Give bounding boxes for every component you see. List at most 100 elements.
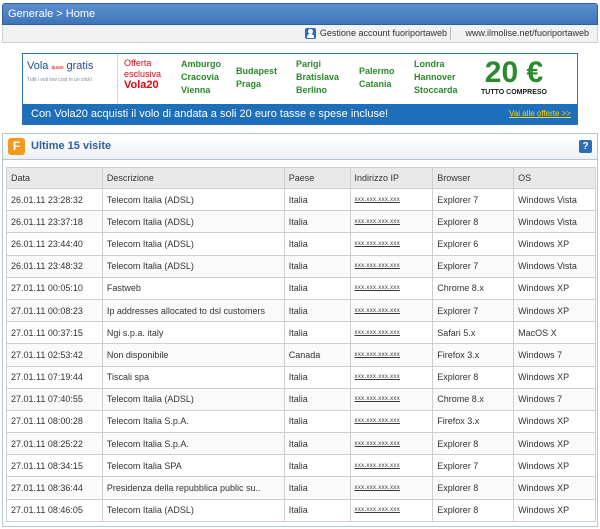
table-cell: Telecom Italia (ADSL): [101, 232, 285, 256]
table-cell: Chrome 8.x: [432, 276, 515, 300]
table-cell: Windows Vista: [513, 254, 596, 278]
table-cell: Chrome 8.x: [432, 387, 515, 411]
column-header: Data: [6, 167, 103, 189]
table-cell: Windows XP: [513, 476, 596, 500]
table-row: 27.01.11 00:05:10 Fastweb Italia xxx.xxx.xx…: [6, 276, 596, 300]
table-cell: Windows XP: [513, 498, 596, 522]
panel-header: F Ultime 15 visite ?: [3, 134, 597, 160]
table-cell: 27.01.11 00:37:15: [6, 321, 103, 345]
table-row: 26.01.11 23:37:18 Telecom Italia (ADSL) It…: [6, 210, 596, 234]
table-cell: Non disponibile: [101, 343, 285, 367]
volagratis-logo: Vola quasi gratis Tutti i voli low cost …: [23, 54, 118, 104]
table-cell: MacOS X: [513, 321, 596, 345]
ip-link[interactable]: xxx.xxx.xxx.xxx: [349, 187, 434, 212]
price-badge: 20 € TUTTO COMPRESO: [481, 56, 547, 97]
table-row: 27.01.11 08:36:44 Presidenza della repubb…: [6, 476, 596, 500]
ip-link[interactable]: xxx.xxx.xxx.xxx: [349, 343, 434, 367]
table-cell: 27.01.11 00:08:23: [6, 298, 103, 323]
table-cell: 27.01.11 07:19:44: [6, 365, 103, 389]
table-cell: Telecom Italia S.p.A.: [101, 409, 285, 434]
table-cell: Firefox 3.x: [432, 409, 515, 434]
table-cell: Italia: [283, 232, 351, 256]
logo-tagline: Tutti i voli low cost in un click!: [27, 77, 93, 83]
ip-link[interactable]: xxx.xxx.xxx.xxx: [349, 298, 434, 323]
table-cell: Explorer 8: [432, 498, 515, 522]
table-cell: Italia: [283, 498, 351, 522]
table-cell: 26.01.11 23:37:18: [6, 210, 103, 234]
table-cell: Windows XP: [513, 454, 596, 478]
table-cell: Windows 7: [513, 387, 596, 411]
table-cell: Canada: [283, 343, 351, 367]
ip-link[interactable]: xxx.xxx.xxx.xxx: [349, 276, 434, 300]
table-row: 27.01.11 08:00:28 Telecom Italia S.p.A. It…: [6, 409, 596, 434]
ip-link[interactable]: xxx.xxx.xxx.xxx: [349, 321, 434, 345]
ip-link[interactable]: xxx.xxx.xxx.xxx: [349, 387, 434, 411]
table-header-row: Data Descrizione Paese Indirizzo IP Browser O…: [6, 167, 596, 189]
table-row: 27.01.11 00:37:15 Ngi s.p.a. italy Italia x…: [6, 321, 596, 345]
table-cell: Telecom Italia (ADSL): [101, 210, 285, 234]
table-cell: Explorer 7: [432, 187, 515, 212]
table-cell: 27.01.11 08:25:22: [6, 432, 103, 456]
table-cell: Telecom Italia S.p.A.: [101, 432, 285, 456]
table-cell: Italia: [283, 454, 351, 478]
table-row: 27.01.11 08:46:05 Telecom Italia (ADSL) It…: [6, 498, 596, 522]
ip-link[interactable]: xxx.xxx.xxx.xxx: [349, 476, 434, 500]
table-cell: Italia: [283, 210, 351, 234]
table-cell: Windows XP: [513, 232, 596, 256]
breadcrumb: Generale > Home: [2, 3, 598, 25]
table-cell: Explorer 6: [432, 232, 515, 256]
account-label[interactable]: Gestione account fuoriportaweb: [320, 25, 447, 42]
table-cell: 26.01.11 23:28:32: [6, 187, 103, 212]
advert-banner[interactable]: Vola quasi gratis Tutti i voli low cost …: [22, 53, 578, 125]
help-icon[interactable]: ?: [579, 140, 592, 153]
table-cell: Italia: [283, 298, 351, 323]
account-link[interactable]: Gestione account fuoriportaweb: [304, 25, 447, 42]
ip-link[interactable]: xxx.xxx.xxx.xxx: [349, 498, 434, 522]
visits-panel: F Ultime 15 visite ? Data Descrizione Paes…: [2, 133, 598, 527]
ip-link[interactable]: xxx.xxx.xxx.xxx: [349, 365, 434, 389]
table-cell: 27.01.11 07:40:55: [6, 387, 103, 411]
offers-link[interactable]: Vai alle offerte >>: [509, 104, 571, 124]
cities-col-1: Amburgo Cracovia Vienna: [181, 59, 221, 95]
promo-strip: Con Vola20 acquisti il volo di andata a …: [23, 104, 577, 124]
table-cell: Explorer 7: [432, 454, 515, 478]
table-cell: Explorer 7: [432, 254, 515, 278]
table-cell: 26.01.11 23:44:40: [6, 232, 103, 256]
table-cell: 26.01.11 23:48:32: [6, 254, 103, 278]
table-cell: Fastweb: [101, 276, 285, 300]
ip-link[interactable]: xxx.xxx.xxx.xxx: [349, 454, 434, 478]
table-cell: 27.01.11 02:53:42: [6, 343, 103, 367]
table-cell: 27.01.11 00:05:10: [6, 276, 103, 300]
table-cell: Italia: [283, 365, 351, 389]
ip-link[interactable]: xxx.xxx.xxx.xxx: [349, 210, 434, 234]
table-cell: 27.01.11 08:00:28: [6, 409, 103, 434]
table-row: 26.01.11 23:48:32 Telecom Italia (ADSL) It…: [6, 254, 596, 278]
ip-link[interactable]: xxx.xxx.xxx.xxx: [349, 432, 434, 456]
table-cell: Windows 7: [513, 343, 596, 367]
table-cell: Explorer 8: [432, 476, 515, 500]
table-cell: Explorer 8: [432, 432, 515, 456]
table-cell: Italia: [283, 387, 351, 411]
divider: [450, 27, 451, 40]
table-cell: Windows Vista: [513, 210, 596, 234]
ip-link[interactable]: xxx.xxx.xxx.xxx: [349, 232, 434, 256]
breadcrumb-text: Generale > Home: [8, 8, 96, 20]
cities-col-4: Palermo Catania: [359, 66, 395, 89]
cities-col-5: Londra Hannover Stoccarda: [414, 59, 458, 95]
table-row: 27.01.11 08:34:15 Telecom Italia SPA Itali…: [6, 454, 596, 478]
table-row: 26.01.11 23:28:32 Telecom Italia (ADSL) It…: [6, 187, 596, 212]
table-cell: Telecom Italia SPA: [101, 454, 285, 478]
feed-icon: F: [8, 138, 25, 155]
table-row: 27.01.11 02:53:42 Non disponibile Canada xx…: [6, 343, 596, 367]
table-cell: Italia: [283, 321, 351, 345]
ip-link[interactable]: xxx.xxx.xxx.xxx: [349, 409, 434, 434]
table-cell: Italia: [283, 476, 351, 500]
table-cell: Safari 5.x: [432, 321, 515, 345]
table-row: 27.01.11 07:19:44 Tiscali spa Italia xxx.xx…: [6, 365, 596, 389]
site-link[interactable]: www.ilmolise.net/fuoriportaweb: [465, 25, 589, 42]
column-header: OS: [513, 167, 596, 189]
table-cell: 27.01.11 08:34:15: [6, 454, 103, 478]
ip-link[interactable]: xxx.xxx.xxx.xxx: [349, 254, 434, 278]
table-cell: Explorer 8: [432, 365, 515, 389]
table-row: 27.01.11 00:08:23 Ip addresses allocated …: [6, 298, 596, 323]
